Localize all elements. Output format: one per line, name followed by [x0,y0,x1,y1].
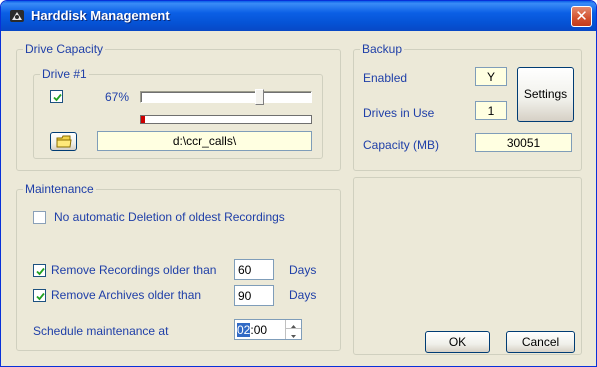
capacity-label: Capacity (MB) [363,138,440,152]
drives-in-use-value: 1 [475,101,507,120]
spin-up-button[interactable] [286,320,301,329]
enabled-label: Enabled [363,71,408,85]
window-title: Harddisk Management [31,8,170,23]
remove-recordings-label[interactable]: Remove Recordings older than [51,263,216,277]
drive-path-field[interactable]: d:\ccr_calls\ [97,131,312,151]
ok-button[interactable]: OK [425,331,490,353]
drive-1-label: Drive #1 [40,67,89,81]
backup-group: Backup Enabled Y Drives in Use 1 Setting… [353,42,582,171]
slider-thumb[interactable] [255,89,264,105]
settings-button[interactable]: Settings [517,67,574,122]
remove-archives-label[interactable]: Remove Archives older than [51,288,201,302]
schedule-time-input[interactable]: 02:00 [234,319,302,340]
schedule-minutes[interactable]: :00 [250,323,267,337]
drive-capacity-group: Drive Capacity Drive #1 67% d:\ccr_calls… [16,42,341,171]
spin-down-button[interactable] [286,330,301,339]
remove-archives-days-input[interactable]: 90 [234,285,274,306]
no-auto-deletion-label[interactable]: No automatic Deletion of oldest Recordin… [54,210,285,224]
drives-in-use-label: Drives in Use [363,106,435,120]
checkmark-icon [36,292,45,301]
enabled-value: Y [475,67,507,86]
drive-1-slider[interactable] [140,89,312,105]
usage-bar-fill [141,116,145,123]
maintenance-group: Maintenance No automatic Deletion of old… [16,182,341,351]
drive-1-percent: 67% [105,90,130,104]
drive-1-usage-bar [140,115,312,124]
remove-recordings-unit: Days [289,263,317,277]
arrow-down-icon [291,335,296,338]
schedule-maintenance-label: Schedule maintenance at [33,324,169,338]
drive-1-group: Drive #1 67% d:\ccr_calls\ [33,67,323,159]
checkmark-icon [36,267,45,276]
backup-label: Backup [360,42,405,56]
app-icon [10,10,24,22]
time-spinner[interactable] [285,320,301,339]
drive-1-checkbox[interactable] [50,90,63,103]
close-button[interactable]: ✕ [571,6,592,27]
actions-panel: OK Cancel [353,177,582,355]
remove-recordings-days-input[interactable]: 60 [234,259,274,280]
schedule-hour[interactable]: 02 [237,323,251,337]
checkmark-icon [53,93,62,102]
remove-recordings-checkbox[interactable] [33,264,46,277]
capacity-value: 30051 [475,133,572,152]
folder-icon [56,135,72,148]
drive-capacity-label: Drive Capacity [23,42,106,56]
no-auto-deletion-checkbox[interactable] [33,211,46,224]
browse-folder-button[interactable] [50,132,77,151]
remove-archives-unit: Days [289,288,317,302]
remove-archives-checkbox[interactable] [33,289,46,302]
title-bar[interactable]: Harddisk Management ✕ [1,1,596,31]
maintenance-label: Maintenance [23,182,96,196]
cancel-button[interactable]: Cancel [506,331,575,353]
close-icon: ✕ [575,7,588,25]
slider-track [140,91,312,103]
harddisk-management-window: Harddisk Management ✕ Drive Capacity Dri… [0,0,597,367]
